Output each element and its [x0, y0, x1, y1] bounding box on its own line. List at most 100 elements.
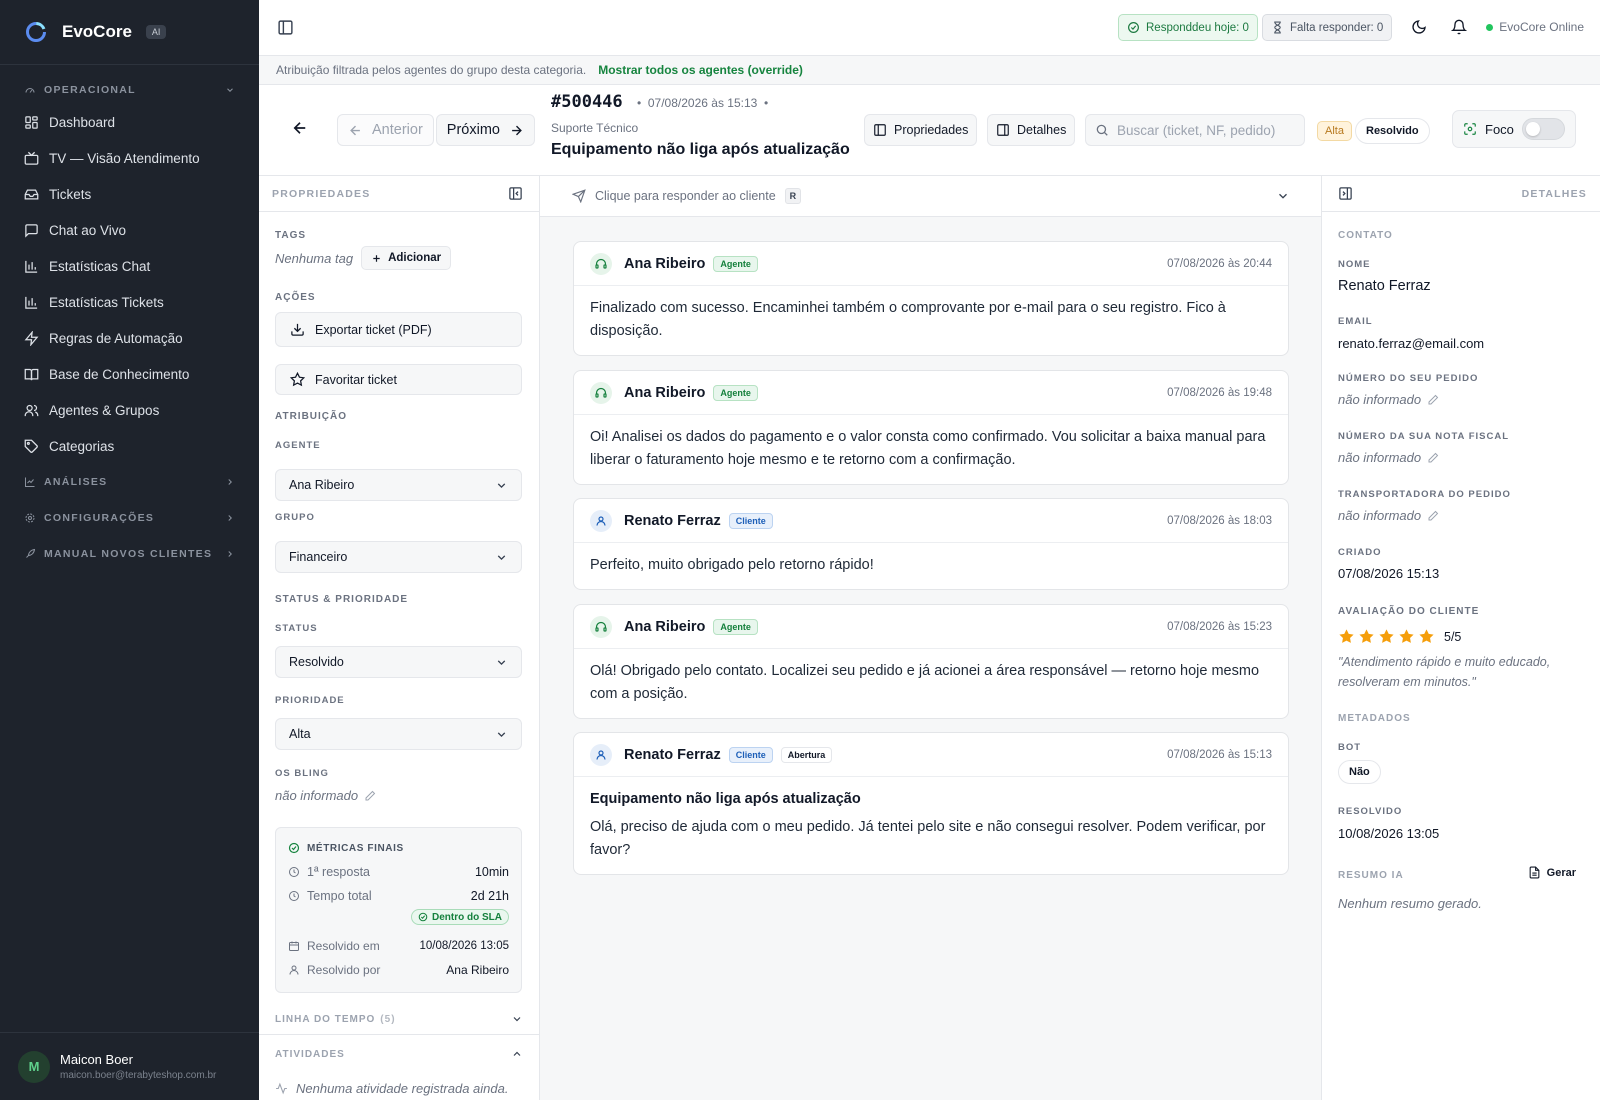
- collapse-panel-icon[interactable]: [508, 186, 523, 201]
- sidebar-item-dashboard[interactable]: Dashboard: [24, 110, 247, 134]
- properties-button[interactable]: Propriedades: [864, 114, 978, 146]
- rocket-icon: [26, 548, 36, 558]
- message-author: Renato Ferraz: [624, 746, 721, 763]
- tags-label: TAGS: [275, 230, 307, 241]
- order-number-field[interactable]: não informado: [1338, 392, 1439, 407]
- brand[interactable]: EvoCore AI: [24, 20, 167, 44]
- message-header: Ana Ribeiro Agente 07/08/2026 às 15:23: [574, 605, 1288, 649]
- star-icon: [1399, 629, 1414, 643]
- clock-icon: [289, 891, 299, 901]
- ticket-search[interactable]: [1085, 114, 1305, 146]
- sidebar: EvoCore AI OPERACIONAL Dashboard TV — Vi…: [0, 0, 259, 1100]
- group-select[interactable]: Financeiro: [275, 541, 522, 573]
- agent-select[interactable]: Ana Ribeiro: [275, 469, 522, 501]
- properties-panel: PROPRIEDADES TAGS Nenhuma tag Adicionar …: [259, 176, 540, 1100]
- user-profile[interactable]: M Maicon Boer maicon.boer@terabyteshop.c…: [0, 1032, 259, 1100]
- settings-icon: [25, 513, 35, 523]
- sidebar-toggle-icon[interactable]: [277, 19, 294, 36]
- previous-ticket-button[interactable]: Anterior: [337, 114, 434, 146]
- order-number-label: NÚMERO DO SEU PEDIDO: [1338, 373, 1479, 384]
- ticket-category: Suporte Técnico: [551, 121, 639, 135]
- message-header: Ana Ribeiro Agente 07/08/2026 às 20:44: [574, 242, 1288, 286]
- focus-switch[interactable]: [1522, 118, 1565, 140]
- export-pdf-button[interactable]: Exportar ticket (PDF): [275, 312, 522, 347]
- section-manual[interactable]: MANUAL NOVOS CLIENTES: [24, 544, 235, 564]
- rating-text: 5/5: [1444, 629, 1462, 644]
- sidebar-item-automation[interactable]: Regras de Automação: [24, 326, 247, 350]
- pencil-icon: [1428, 510, 1439, 520]
- chevron-up-icon: [513, 1051, 521, 1056]
- sidebar-item-knowledge-base[interactable]: Base de Conhecimento: [24, 362, 247, 386]
- sidebar-item-agents[interactable]: Agentes & Grupos: [24, 398, 247, 422]
- final-metrics-card: MÉTRICAS FINAIS 1ª resposta 10min Tempo …: [275, 827, 522, 993]
- next-ticket-button[interactable]: Próximo: [435, 114, 535, 146]
- group-label: GRUPO: [275, 512, 315, 523]
- first-response-row: 1ª resposta 10min: [288, 864, 509, 880]
- details-button[interactable]: Detalhes: [987, 114, 1076, 146]
- answered-today-pill[interactable]: Responddeu hoje: 0: [1118, 14, 1258, 41]
- properties-panel-header: PROPRIEDADES: [259, 176, 539, 212]
- sidebar-item-tickets[interactable]: Tickets: [24, 182, 247, 206]
- sidebar-item-stats-tickets[interactable]: Estatísticas Tickets: [24, 290, 247, 314]
- message-body: Oi! Analisei os dados do pagamento e o v…: [590, 429, 1266, 468]
- rating-stars: 5/5: [1338, 628, 1461, 645]
- back-arrow-icon[interactable]: [291, 119, 309, 137]
- role-badge: Cliente: [728, 512, 773, 529]
- favorite-ticket-button[interactable]: Favoritar ticket: [275, 364, 522, 395]
- sla-badge: Dentro do SLA: [411, 909, 509, 925]
- ai-badge: AI: [145, 25, 167, 39]
- download-icon: [291, 323, 304, 336]
- resolved-label: RESOLVIDO: [1338, 806, 1403, 817]
- message-card: Ana Ribeiro Agente 07/08/2026 às 20:44 F…: [573, 241, 1289, 356]
- sidebar-item-categories[interactable]: Categorias: [24, 434, 247, 458]
- check-circle-icon: [418, 912, 428, 922]
- star-icon: [1379, 629, 1394, 643]
- search-input[interactable]: [1117, 122, 1287, 138]
- moon-icon[interactable]: [1411, 19, 1427, 35]
- status-badge: Resolvido: [1355, 118, 1430, 144]
- add-tag-button[interactable]: Adicionar: [361, 246, 452, 270]
- carrier-field[interactable]: não informado: [1338, 508, 1439, 523]
- priority-select[interactable]: Alta: [275, 718, 522, 750]
- invoice-number-field[interactable]: não informado: [1338, 450, 1439, 465]
- no-tags-text: Nenhuma tag: [275, 250, 354, 266]
- chevron-down-icon: [497, 731, 506, 737]
- chevron-down-icon: [497, 482, 506, 488]
- generate-summary-button[interactable]: Gerar: [1528, 866, 1576, 879]
- invoice-number-label: NÚMERO DA SUA NOTA FISCAL: [1338, 431, 1510, 442]
- focus-toggle[interactable]: Foco: [1452, 110, 1576, 148]
- pencil-icon: [1428, 394, 1439, 404]
- message-header: Renato Ferraz Cliente 07/08/2026 às 18:0…: [574, 499, 1288, 543]
- chat-icon: [25, 223, 38, 238]
- timeline-toggle[interactable]: LINHA DO TEMPO (5): [275, 1013, 523, 1025]
- priority-label: PRIORIDADE: [275, 695, 345, 706]
- gauge-icon: [25, 88, 35, 93]
- message-card: Renato Ferraz Cliente Abertura 07/08/202…: [573, 732, 1289, 875]
- message-card: Ana Ribeiro Agente 07/08/2026 às 19:48 O…: [573, 370, 1289, 485]
- section-operacional[interactable]: OPERACIONAL: [24, 80, 235, 100]
- clock-icon: [289, 867, 299, 877]
- chevron-down-icon: [1279, 193, 1287, 199]
- status-select[interactable]: Resolvido: [275, 646, 522, 678]
- section-configuracoes[interactable]: CONFIGURAÇÕES: [24, 508, 235, 528]
- calendar-icon: [289, 941, 299, 951]
- metrics-title-row: MÉTRICAS FINAIS: [288, 840, 509, 856]
- sidebar-item-chat[interactable]: Chat ao Vivo: [24, 218, 247, 242]
- sidebar-item-tv[interactable]: TV — Visão Atendimento: [24, 146, 247, 170]
- avatar: M: [18, 1050, 50, 1083]
- bell-icon[interactable]: [1451, 19, 1467, 35]
- message-header: Ana Ribeiro Agente 07/08/2026 às 19:48: [574, 371, 1288, 415]
- pending-reply-pill[interactable]: Falta responder: 0: [1262, 14, 1393, 41]
- arrow-left-icon: [350, 125, 360, 135]
- section-analises[interactable]: ANÁLISES: [24, 472, 235, 492]
- sidebar-item-stats-chat[interactable]: Estatísticas Chat: [24, 254, 247, 278]
- ticket-date: • 07/08/2026 às 15:13 •: [637, 96, 769, 110]
- os-bling-field[interactable]: não informado: [275, 788, 376, 803]
- activities-toggle[interactable]: ATIVIDADES: [275, 1048, 523, 1060]
- collapse-panel-icon[interactable]: [1338, 186, 1353, 201]
- message-subject: Equipamento não liga após atualização: [590, 791, 861, 807]
- reply-bar[interactable]: Clique para responder ao cliente R: [540, 176, 1321, 217]
- message-card: Ana Ribeiro Agente 07/08/2026 às 15:23 O…: [573, 604, 1289, 719]
- show-all-agents-link[interactable]: Mostrar todos os agentes (override): [598, 63, 803, 77]
- resolved-value: 10/08/2026 13:05: [1338, 826, 1440, 841]
